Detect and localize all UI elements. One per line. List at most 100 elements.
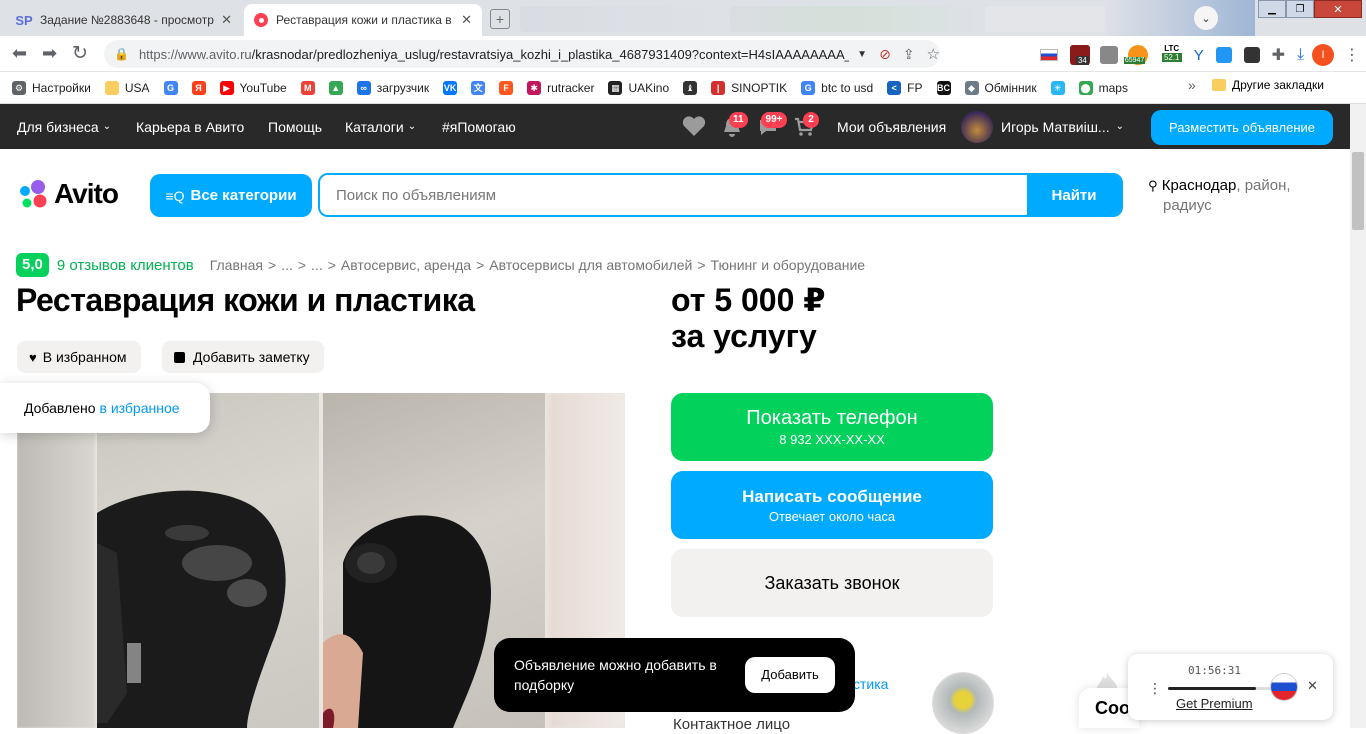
breadcrumb-item[interactable]: ... — [281, 257, 293, 273]
cart-icon[interactable]: 2 — [793, 112, 819, 140]
share-icon[interactable]: ⇪ — [903, 46, 915, 63]
v-extension-icon[interactable]: Y — [1194, 47, 1204, 64]
bookmark-item[interactable]: | SINOPTIK — [711, 80, 787, 95]
order-call-button[interactable]: Заказать звонок — [671, 549, 993, 617]
close-icon[interactable]: ✕ — [1307, 678, 1318, 694]
favorites-link[interactable]: в избранное — [100, 400, 180, 416]
chevron-down-icon: ⌄ — [407, 121, 417, 132]
write-message-button[interactable]: Написать сообщение Отвечает около часа — [671, 471, 993, 539]
tab-avito[interactable]: Реставрация кожи и пластика в К ✕ — [244, 4, 482, 36]
career-link[interactable]: Карьера в Авито — [136, 104, 244, 149]
russian-flag-icon[interactable] — [1040, 49, 1058, 61]
bookmark-item[interactable]: ▲ — [328, 80, 343, 95]
russia-flag-icon[interactable] — [1271, 674, 1297, 700]
maximize-icon[interactable]: ❐ — [1286, 0, 1314, 18]
window-close-icon[interactable]: ✕ — [1314, 0, 1362, 18]
bookmark-item[interactable]: BC — [936, 80, 951, 95]
extension-briefcase-icon[interactable] — [1099, 46, 1118, 64]
bookmark-item[interactable]: F — [499, 80, 514, 95]
bookmark-item[interactable]: ▦ UAKino — [608, 80, 669, 95]
help-link[interactable]: Помощь — [268, 104, 322, 149]
bookmark-item[interactable]: ◆ Обмінник — [964, 80, 1037, 95]
breadcrumb-item[interactable]: Тюнинг и оборудование — [711, 257, 866, 273]
bookmark-item[interactable]: < FP — [887, 80, 923, 95]
bookmark-item[interactable]: ♝ — [683, 80, 698, 95]
dropdown-icon[interactable]: ▼ — [857, 49, 867, 60]
bookmark-item[interactable]: ⬤ maps — [1078, 80, 1128, 95]
extension-shield-icon[interactable]: 34 — [1069, 45, 1090, 65]
download-ext-icon[interactable] — [1215, 47, 1232, 63]
add-note-button[interactable]: Добавить заметку — [162, 341, 324, 373]
favorite-label: В избранном — [42, 349, 127, 365]
add-to-collection-button[interactable]: Добавить — [745, 657, 835, 693]
breadcrumb-item[interactable]: Автосервисы для автомобилей — [489, 257, 692, 273]
bookmark-item[interactable]: ✱ rutracker — [527, 80, 595, 95]
seller-avatar[interactable] — [932, 672, 994, 734]
ltc-icon[interactable]: LTC 52.1 — [1160, 44, 1184, 66]
gallery-photo-main[interactable] — [97, 393, 319, 728]
puzzle-icon[interactable]: ✚ — [1272, 45, 1285, 65]
location-selector[interactable]: ⚲ Краснодар, район, радиус — [1148, 176, 1318, 216]
bookmark-item[interactable]: ✳ — [1050, 80, 1065, 95]
tab-search-chevron-icon[interactable]: ⌄ — [1194, 6, 1218, 30]
bookmark-item[interactable]: ⚙ Настройки — [12, 80, 91, 95]
profile-avatar[interactable]: I — [1312, 44, 1335, 66]
back-icon[interactable]: ⬅ — [12, 43, 27, 64]
reload-icon[interactable]: ↻ — [72, 42, 88, 65]
blocked-popup-icon[interactable]: ⊘ — [879, 46, 891, 63]
get-premium-link[interactable]: Get Premium — [1176, 696, 1253, 711]
favorite-button[interactable]: ♥ В избранном — [17, 341, 141, 373]
all-categories-button[interactable]: ≡Q Все категории — [150, 174, 312, 217]
breadcrumb-item[interactable]: Автосервис, аренда — [341, 257, 471, 273]
post-ad-button[interactable]: Разместить объявление — [1151, 110, 1333, 145]
close-icon[interactable]: ✕ — [461, 12, 472, 28]
widget-menu-icon[interactable]: ⋮ — [1148, 680, 1162, 697]
bitcoin-icon[interactable]: 65947 — [1123, 45, 1148, 65]
bookmark-item[interactable]: Gbtc to usd — [801, 80, 873, 95]
categories-search-icon: ≡Q — [165, 187, 185, 204]
bookmark-item[interactable]: M — [300, 80, 315, 95]
tab-task[interactable]: SP Задание №2883648 - просмотр з ✕ — [6, 4, 242, 36]
bookmark-label: rutracker — [547, 80, 595, 95]
user-menu[interactable]: Игорь Матвиiш... ⌄ — [1001, 104, 1124, 149]
scrollbar-thumb[interactable] — [1352, 152, 1364, 230]
bookmark-item[interactable]: ▶ YouTube — [219, 80, 287, 95]
bookmark-item[interactable]: Я — [191, 80, 206, 95]
bookmark-item[interactable]: VK — [443, 80, 458, 95]
terminal-ext-icon[interactable] — [1243, 47, 1260, 63]
reviews-link[interactable]: 9 отзывов клиентов — [57, 257, 194, 274]
address-bar[interactable]: 🔒 https://www.avito.ru/krasnodar/predloz… — [104, 40, 940, 68]
download-icon[interactable]: ⤓ — [1297, 46, 1304, 64]
bookmark-item[interactable]: 文 — [471, 80, 486, 95]
ihelp-link[interactable]: #яПомогаю — [442, 104, 516, 149]
messages-icon[interactable]: 99+ — [757, 112, 787, 140]
find-button[interactable]: Найти — [1027, 175, 1121, 215]
seller-name-link[interactable]: стика — [853, 676, 888, 692]
catalogs-menu[interactable]: Каталоги ⌄ — [345, 104, 416, 149]
gallery-photo-prev[interactable] — [17, 393, 95, 728]
my-ads-link[interactable]: Мои объявления — [837, 104, 946, 149]
gmail-icon: M — [300, 80, 315, 95]
more-bookmarks-chevron[interactable]: » — [1188, 77, 1196, 93]
search-input[interactable] — [320, 175, 1027, 215]
menu-dots-icon[interactable]: ⋮ — [1344, 45, 1360, 65]
for-business-menu[interactable]: Для бизнеса ⌄ — [17, 104, 111, 149]
favorites-heart-icon[interactable] — [682, 115, 706, 137]
cart-badge: 2 — [803, 112, 819, 128]
other-bookmarks[interactable]: » Другие закладки — [1188, 77, 1324, 93]
bookmark-item[interactable]: USA — [104, 80, 150, 95]
bookmark-item[interactable]: ∞ загрузчик — [356, 80, 429, 95]
new-tab-button[interactable]: + — [490, 9, 510, 29]
bookmark-label: maps — [1098, 80, 1128, 95]
forward-icon[interactable]: ➡ — [42, 43, 57, 64]
show-phone-button[interactable]: Показать телефон 8 932 XXX-XX-XX — [671, 393, 993, 461]
notifications-bell-icon[interactable]: 11 — [721, 112, 748, 140]
breadcrumb-item[interactable]: Главная — [210, 257, 263, 273]
breadcrumb-item[interactable]: ... — [311, 257, 323, 273]
bookmark-star-icon[interactable]: ☆ — [927, 45, 940, 63]
user-avatar[interactable] — [961, 111, 993, 143]
minimize-icon[interactable]: ▁ — [1258, 0, 1286, 18]
close-icon[interactable]: ✕ — [221, 12, 232, 28]
avito-logo[interactable]: Avito — [16, 177, 119, 211]
bookmark-item[interactable]: G — [163, 80, 178, 95]
